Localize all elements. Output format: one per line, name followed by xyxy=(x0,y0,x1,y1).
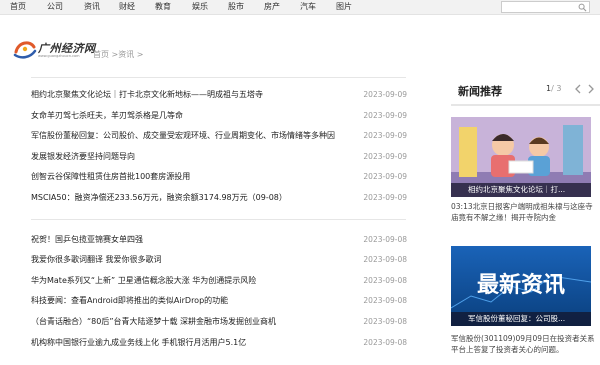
news-date: 2023-09-08 xyxy=(363,276,407,285)
news-item[interactable]: 军信股份董秘回复：公司股价、成交量受宏观环境、行业周期变化、市场情绪等多种因 20… xyxy=(31,130,407,142)
news-title[interactable]: （台青话融合）“80后”台青大陆逐梦十载 深耕金融市场发掘创业商机 xyxy=(31,316,276,328)
recommend-card[interactable]: 相约北京聚焦文化论坛｜打... xyxy=(451,117,591,197)
search-input[interactable] xyxy=(502,2,578,12)
news-item[interactable]: 科技要闻：查看Android即将推出的类似AirDrop的功能 2023-09-0… xyxy=(31,295,407,307)
news-date: 2023-09-09 xyxy=(363,152,407,161)
news-item[interactable]: 华为Mate系列又“上新” 卫星通信概念股大涨 华为创通提示风险 2023-09-… xyxy=(31,275,407,287)
news-item[interactable]: 相约北京聚焦文化论坛｜打卡北京文化新地标——明成祖与五塔寺 2023-09-09 xyxy=(31,89,407,101)
nav-item-stocks[interactable]: 股市 xyxy=(228,2,244,12)
news-title[interactable]: 华为Mate系列又“上新” 卫星通信概念股大涨 华为创通提示风险 xyxy=(31,275,256,287)
search-icon[interactable] xyxy=(578,3,587,12)
news-date: 2023-09-09 xyxy=(363,131,407,140)
nav-item-auto[interactable]: 汽车 xyxy=(300,2,316,12)
news-item[interactable]: 发展银发经济要坚持问题导向 2023-09-09 xyxy=(31,151,407,163)
news-title[interactable]: 军信股份董秘回复：公司股价、成交量受宏观环境、行业周期变化、市场情绪等多种因 xyxy=(31,130,335,142)
nav-item-company[interactable]: 公司 xyxy=(47,2,63,12)
news-date: 2023-09-09 xyxy=(363,111,407,120)
sidebar-divider xyxy=(451,104,600,106)
news-item[interactable]: 机构称中国银行业逾九成业务线上化 手机银行月活用户5.1亿 2023-09-08 xyxy=(31,337,407,349)
news-item[interactable]: （台青话融合）“80后”台青大陆逐梦十载 深耕金融市场发掘创业商机 2023-09… xyxy=(31,316,407,328)
divider xyxy=(31,219,406,220)
breadcrumb[interactable]: 首页 >资讯 > xyxy=(93,49,144,60)
news-date: 2023-09-08 xyxy=(363,235,407,244)
news-date: 2023-09-09 xyxy=(363,90,407,99)
news-date: 2023-09-08 xyxy=(363,317,407,326)
news-title[interactable]: 发展银发经济要坚持问题导向 xyxy=(31,151,135,163)
news-title[interactable]: 相约北京聚焦文化论坛｜打卡北京文化新地标——明成祖与五塔寺 xyxy=(31,89,263,101)
news-title[interactable]: 创智云谷保障性租赁住房首批100套房源投用 xyxy=(31,171,190,183)
news-date: 2023-09-08 xyxy=(363,255,407,264)
news-title[interactable]: 科技要闻：查看Android即将推出的类似AirDrop的功能 xyxy=(31,295,228,307)
nav-item-entertainment[interactable]: 娱乐 xyxy=(192,2,208,12)
nav-item-finance[interactable]: 财经 xyxy=(119,2,135,12)
news-title[interactable]: 女命羊刃驾七杀旺夫，羊刃驾杀格是几等命 xyxy=(31,110,183,122)
news-date: 2023-09-09 xyxy=(363,172,407,181)
card-caption[interactable]: 军信股份董秘回复：公司股... xyxy=(451,312,591,326)
search-box xyxy=(501,1,590,13)
chevron-left-icon[interactable] xyxy=(573,83,583,95)
news-item[interactable]: 女命羊刃驾七杀旺夫，羊刃驾杀格是几等命 2023-09-09 xyxy=(31,110,407,122)
news-item[interactable]: 创智云谷保障性租赁住房首批100套房源投用 2023-09-09 xyxy=(31,171,407,183)
card-image-text: 最新资讯 xyxy=(477,272,565,298)
card-caption[interactable]: 相约北京聚焦文化论坛｜打... xyxy=(451,183,591,197)
logo-mark-icon xyxy=(13,41,37,59)
recommend-card[interactable]: 最新资讯 军信股份董秘回复：公司股... xyxy=(451,246,591,326)
nav-item-realestate[interactable]: 房产 xyxy=(264,2,280,12)
news-title[interactable]: 我爱你很多歌词翻译 我爱你很多歌词 xyxy=(31,254,162,266)
news-item[interactable]: 祝贺！国乒包揽亚锦赛女单四强 2023-09-08 xyxy=(31,234,407,246)
news-title[interactable]: MSCIA50：融资净偿还233.56万元，融资余额3174.98万元（09-0… xyxy=(31,192,287,204)
pager: 1/ 3 xyxy=(546,84,561,93)
news-date: 2023-09-08 xyxy=(363,338,407,347)
logo-url: www.guangzhoucn.com xyxy=(38,54,80,58)
card-description: 03:13北京日报客户端明成祖朱棣与这座寺庙竟有不解之缘！揭开寺院内金 xyxy=(451,202,593,222)
nav-item-home[interactable]: 首页 xyxy=(10,2,26,12)
news-title[interactable]: 祝贺！国乒包揽亚锦赛女单四强 xyxy=(31,234,143,246)
news-item[interactable]: 我爱你很多歌词翻译 我爱你很多歌词 2023-09-08 xyxy=(31,254,407,266)
news-date: 2023-09-08 xyxy=(363,296,407,305)
site-logo[interactable]: 广州经济网 www.guangzhoucn.com xyxy=(12,38,95,62)
nav-item-education[interactable]: 教育 xyxy=(155,2,171,12)
nav-item-pictures[interactable]: 图片 xyxy=(336,2,352,12)
news-item[interactable]: MSCIA50：融资净偿还233.56万元，融资余额3174.98万元（09-0… xyxy=(31,192,407,204)
news-date: 2023-09-09 xyxy=(363,193,407,202)
sidebar-title: 新闻推荐 xyxy=(458,85,502,98)
divider xyxy=(31,77,406,78)
news-title[interactable]: 机构称中国银行业逾九成业务线上化 手机银行月活用户5.1亿 xyxy=(31,337,246,349)
top-nav: 首页 公司 资讯 财经 教育 娱乐 股市 房产 汽车 图片 xyxy=(0,0,600,15)
chevron-right-icon[interactable] xyxy=(586,83,596,95)
pager-total: / 3 xyxy=(551,84,562,93)
card-description: 军信股份(301109)09月09日在投资者关系平台上答复了投资者关心的问题。 xyxy=(451,334,595,354)
nav-item-news[interactable]: 资讯 xyxy=(84,2,100,12)
